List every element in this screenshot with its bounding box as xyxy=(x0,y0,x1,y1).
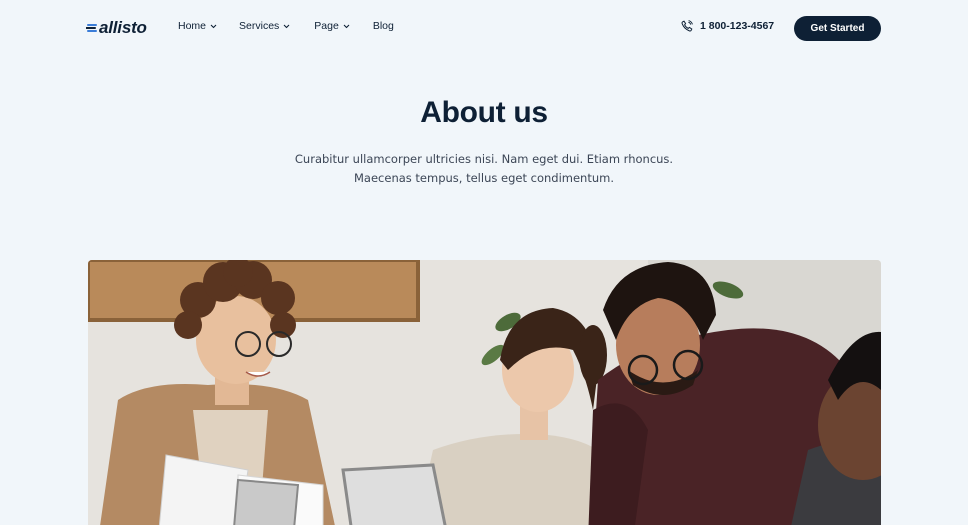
get-started-button[interactable]: Get Started xyxy=(794,16,881,41)
brand-name: allisto xyxy=(99,18,147,37)
logo-mark-icon xyxy=(86,24,97,32)
nav-item-label: Page xyxy=(314,20,339,32)
nav-item-blog[interactable]: Blog xyxy=(373,20,394,32)
nav-item-label: Blog xyxy=(372,20,394,32)
phone-icon xyxy=(681,20,693,32)
nav-item-home[interactable]: Home xyxy=(178,20,217,32)
chevron-down-icon xyxy=(210,24,217,28)
hero-subtitle-line-2: Maecenas tempus, tellus eget condimentum… xyxy=(354,171,614,185)
chevron-down-icon xyxy=(343,24,350,28)
phone-number: 1 800-123-4567 xyxy=(700,20,775,32)
hero-subtitle-line-1: Curabitur ullamcorper ultricies nisi. Na… xyxy=(294,152,674,166)
nav-item-label: Services xyxy=(239,20,280,32)
phone-link[interactable]: 1 800-123-4567 xyxy=(681,20,774,32)
page: allisto Home Services Page Blog 1 800-12… xyxy=(0,0,968,525)
nav-item-services[interactable]: Services xyxy=(239,20,290,32)
nav-item-label: Home xyxy=(178,20,207,32)
brand-logo[interactable]: allisto xyxy=(86,16,147,40)
team-photo xyxy=(88,260,881,525)
site-header: allisto Home Services Page Blog 1 800-12… xyxy=(0,0,968,56)
hero-subtitle: Curabitur ullamcorper ultricies nisi. Na… xyxy=(284,150,684,188)
team-photo-illustration xyxy=(88,260,881,525)
nav-item-page[interactable]: Page xyxy=(314,20,350,32)
main-nav: Home Services Page Blog xyxy=(178,20,416,32)
chevron-down-icon xyxy=(283,24,290,28)
page-title: About us xyxy=(420,96,548,129)
